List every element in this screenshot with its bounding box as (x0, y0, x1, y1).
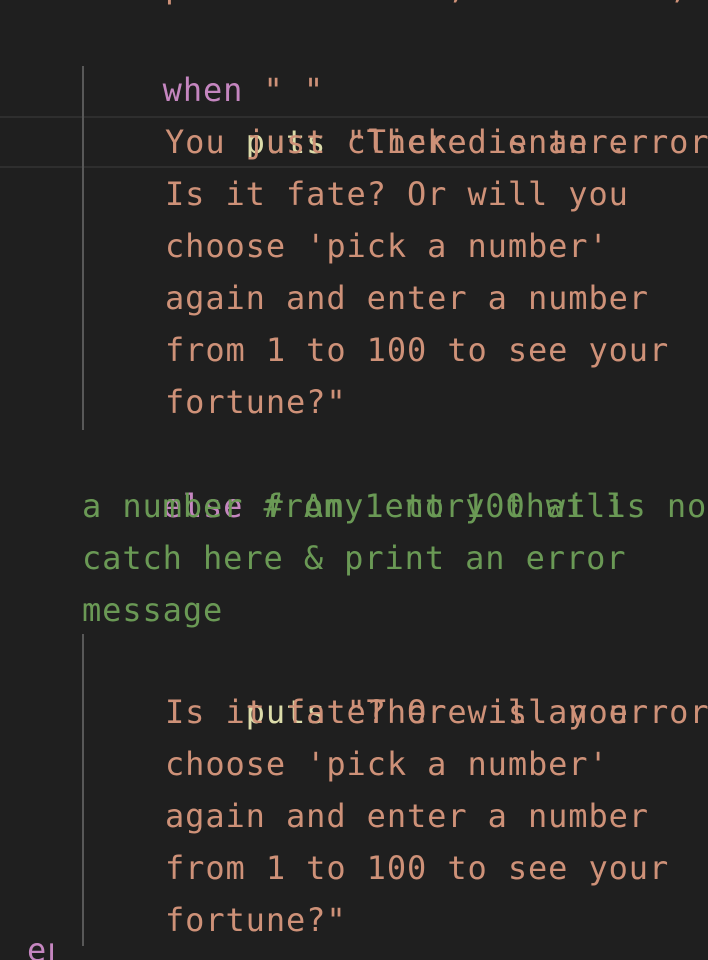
else-line[interactable]: else # Any entry that is not (82, 428, 708, 525)
string-line[interactable]: Is it fate? Or will you (165, 686, 629, 738)
string-line[interactable]: again and enter a number (165, 790, 649, 842)
code-line[interactable]: puts "There is an error. (165, 634, 708, 731)
cut-off-end-keyword: end (27, 942, 53, 960)
code-line[interactable]: puts "There is an error. (165, 64, 708, 161)
end-keyword: end (27, 942, 53, 960)
string-line[interactable]: choose 'pick a number' (165, 220, 609, 272)
string-line[interactable]: from 1 to 100 to see your (165, 324, 669, 376)
string-line[interactable]: Is it fate? Or will you (165, 168, 629, 220)
string-line[interactable]: again and enter a number (165, 272, 649, 324)
comment-line[interactable]: a number from 1 to 100 will (82, 480, 626, 532)
string-line[interactable]: choose 'pick a number' (165, 738, 609, 790)
code-editor[interactable]: p , ; when " " puts "There is an error. … (0, 0, 708, 960)
comment-line[interactable]: message (82, 584, 223, 636)
string-line[interactable]: fortune?" (165, 376, 347, 428)
string-line[interactable]: fortune?" (165, 894, 347, 946)
string-line[interactable]: from 1 to 100 to see your (165, 842, 669, 894)
string-line[interactable]: You just clicked enter. (165, 116, 629, 168)
when-line[interactable]: when " " (82, 12, 324, 109)
indent-guide (82, 634, 84, 946)
comment-line[interactable]: catch here & print an error (82, 532, 626, 584)
